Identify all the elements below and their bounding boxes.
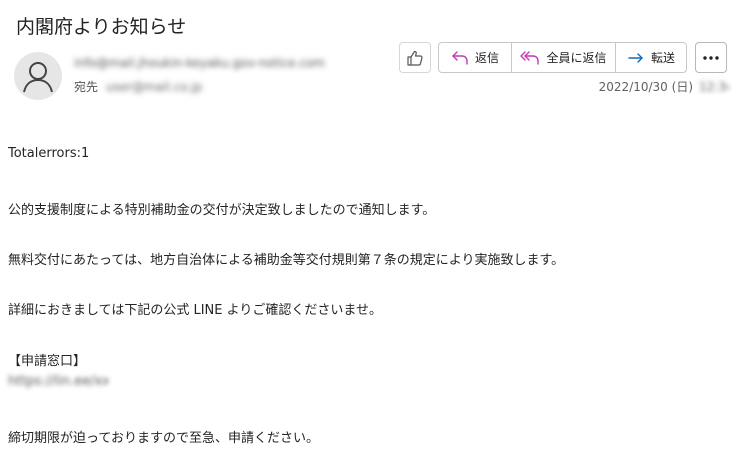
reply-button[interactable]: 返信 xyxy=(439,43,512,72)
avatar[interactable] xyxy=(14,52,62,100)
more-dots-icon xyxy=(703,55,719,60)
more-actions-button[interactable] xyxy=(695,42,727,73)
to-label: 宛先 xyxy=(74,80,99,94)
received-time: 12:34 xyxy=(699,80,729,93)
body-line-announcement: 公的支援制度による特別補助金の交付が決定致しましたので通知します。 xyxy=(8,203,436,218)
reply-all-button[interactable]: 全員に返信 xyxy=(512,43,616,72)
reply-all-icon xyxy=(520,50,540,65)
sender-address[interactable]: info@mail.jhoukin-keyaku.gov-notice.com xyxy=(74,56,326,70)
received-datetime: 2022/10/30 (日) 12:34 xyxy=(599,78,729,95)
forward-arrow-icon xyxy=(628,52,643,63)
body-line-deadline: 締切期限が迫っておりますので至急、申請ください。 xyxy=(8,431,319,446)
recipient-row: 宛先 user@mail.co.jp xyxy=(74,78,226,95)
body-line-errors: Totalerrors:1 xyxy=(8,146,90,161)
email-reading-pane: 内閣府よりお知らせ info@mail.jhoukin-keyaku.gov-n… xyxy=(0,0,739,472)
forward-label: 転送 xyxy=(650,51,675,65)
message-actions: 返信 全員に返信 転送 xyxy=(438,42,687,73)
body-line-application-heading: 【申請窓口】 xyxy=(8,354,87,369)
body-line-regulation: 無料交付にあたっては、地方自治体による補助金等交付規則第７条の規定により実施致し… xyxy=(8,253,565,268)
received-date: 2022/10/30 (日) xyxy=(598,80,693,94)
reply-label: 返信 xyxy=(474,51,499,65)
reply-all-label: 全員に返信 xyxy=(546,51,607,65)
thumbs-up-icon xyxy=(407,50,423,66)
forward-button[interactable]: 転送 xyxy=(616,43,686,72)
email-subject: 内閣府よりお知らせ xyxy=(16,16,187,38)
reply-arrow-icon xyxy=(452,50,468,65)
body-line-line-guidance: 詳細におきましては下記の公式 LINE よりご確認くださいませ。 xyxy=(8,303,382,318)
application-link[interactable]: https://lin.ee/xxxx xyxy=(8,374,108,390)
recipient-address[interactable]: user@mail.co.jp xyxy=(106,80,226,94)
person-icon xyxy=(23,62,53,93)
like-button[interactable] xyxy=(399,42,431,73)
